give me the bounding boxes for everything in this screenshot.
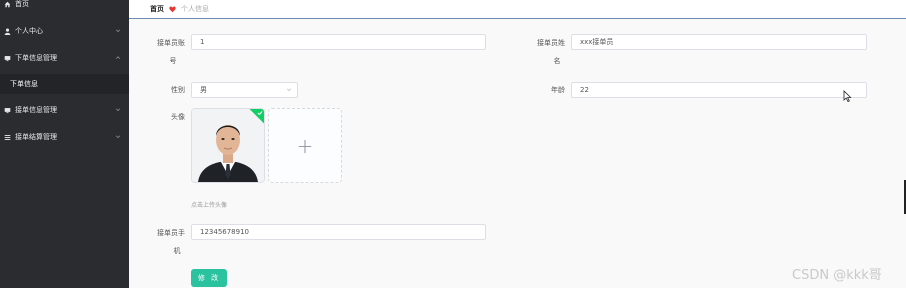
chevron-down-icon xyxy=(115,29,121,33)
heart-icon xyxy=(169,6,176,12)
account-input[interactable]: 1 xyxy=(191,34,486,50)
sidebar-item-label: 下单信息管理 xyxy=(15,54,57,62)
phone-label-line2: 机 xyxy=(173,247,181,255)
watermark: CSDN @kkk哥 xyxy=(792,268,882,283)
age-input[interactable]: 22 xyxy=(571,82,867,98)
name-label-line1: 接单员姓 xyxy=(537,39,565,47)
sidebar-item-home[interactable]: 首页 xyxy=(0,0,129,14)
breadcrumb-home[interactable]: 首页 xyxy=(150,4,164,14)
avatar-label: 头像 xyxy=(171,113,185,121)
phone-label-line1: 接单员手 xyxy=(157,229,185,237)
chevron-down-icon xyxy=(286,88,292,92)
name-label-line2: 名 xyxy=(553,57,561,65)
gender-select-value: 男 xyxy=(200,86,207,94)
user-icon xyxy=(4,28,11,35)
plus-icon: + xyxy=(296,133,314,158)
name-input[interactable]: xxx接单员 xyxy=(571,34,867,50)
main-content: 首页 个人信息 接单员账 号 1 接单员姓 名 xxx接单员 性别 男 年龄 2… xyxy=(129,0,906,288)
phone-label: 接单员手 机 xyxy=(149,224,185,256)
gender-select[interactable]: 男 xyxy=(191,82,298,98)
check-icon xyxy=(257,111,263,116)
sidebar-item-label: 个人中心 xyxy=(15,27,43,35)
monitor-icon xyxy=(4,107,11,114)
chevron-up-icon xyxy=(115,56,121,59)
account-label-line1: 接单员账 xyxy=(157,39,185,47)
sidebar-item-accept-management[interactable]: 接单信息管理 xyxy=(0,100,129,120)
upload-hint: 点击上传头像 xyxy=(191,202,228,209)
account-label-line2: 号 xyxy=(169,57,177,65)
sidebar-item-label: 首页 xyxy=(15,0,29,8)
age-label: 年龄 xyxy=(551,86,565,94)
sidebar: 首页 个人中心 下单信息管理 下单信息 接单信息管理 接单结算管理 xyxy=(0,0,129,288)
phone-input[interactable]: 12345678910 xyxy=(191,224,486,240)
mouse-cursor-icon xyxy=(843,90,852,102)
sidebar-item-label: 接单结算管理 xyxy=(15,133,57,141)
submit-button[interactable]: 修 改 xyxy=(191,269,227,287)
sidebar-item-label: 接单信息管理 xyxy=(15,106,57,114)
breadcrumb-current: 个人信息 xyxy=(181,5,209,13)
avatar-upload-button[interactable]: + xyxy=(268,108,342,183)
chevron-down-icon xyxy=(115,135,121,139)
sidebar-item-settlement-management[interactable]: 接单结算管理 xyxy=(0,127,129,147)
name-label: 接单员姓 名 xyxy=(529,34,565,66)
sidebar-item-label: 下单信息 xyxy=(10,80,38,88)
sidebar-item-personal-center[interactable]: 个人中心 xyxy=(0,21,129,41)
avatar-preview[interactable] xyxy=(191,108,265,183)
gender-label: 性别 xyxy=(171,86,185,94)
account-label: 接单员账 号 xyxy=(149,34,185,66)
home-icon xyxy=(4,1,11,8)
chevron-down-icon xyxy=(115,108,121,112)
avatar-image xyxy=(192,109,264,182)
sidebar-subitem-order-info[interactable]: 下单信息 xyxy=(0,74,129,94)
monitor-icon xyxy=(4,55,11,62)
list-icon xyxy=(4,134,11,141)
breadcrumb: 首页 个人信息 xyxy=(129,0,906,19)
sidebar-item-order-management[interactable]: 下单信息管理 xyxy=(0,48,129,68)
